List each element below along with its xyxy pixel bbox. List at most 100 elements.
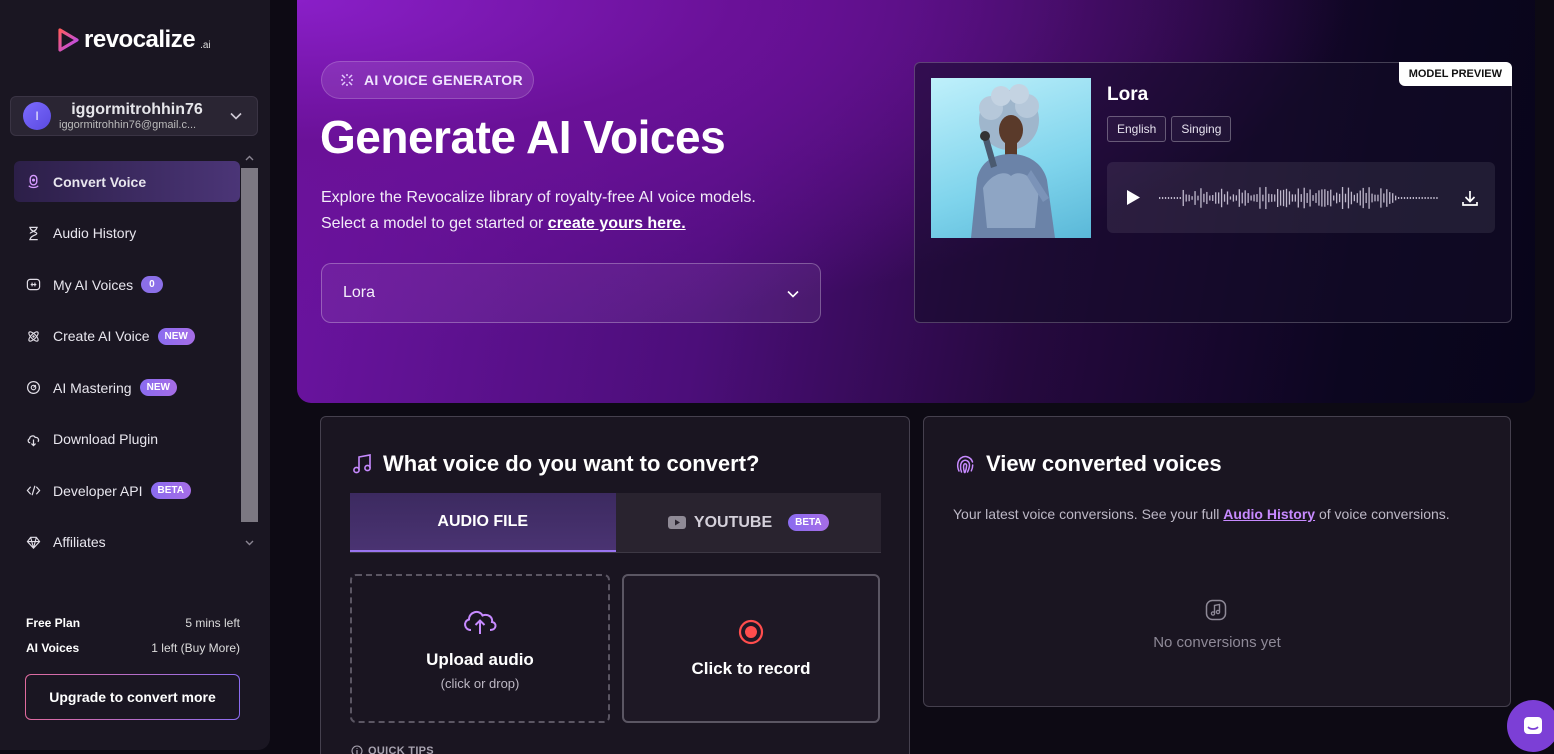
- sidebar-item-affiliates[interactable]: Affiliates: [14, 522, 240, 563]
- sidebar-scrollbar-thumb[interactable]: [241, 168, 258, 522]
- waveform-bar: [1294, 194, 1296, 202]
- brand-logo[interactable]: revocalize .ai: [56, 26, 211, 54]
- sidebar-item-my-ai-voices[interactable]: My AI Voices 0: [14, 264, 240, 305]
- converted-desc-suffix: of voice conversions.: [1315, 506, 1450, 522]
- code-icon: [26, 485, 41, 496]
- model-name: Lora: [1107, 84, 1149, 105]
- singer-illustration: [971, 84, 1055, 238]
- sidebar-item-label: Download Plugin: [53, 431, 159, 447]
- waveform-bar: [1318, 190, 1320, 206]
- waveform-bar: [1277, 188, 1279, 208]
- waveform-bar: [1274, 194, 1276, 202]
- sidebar-item-download-plugin[interactable]: Download Plugin: [14, 419, 240, 460]
- account-email: iggormitrohhin76@gmail.c...: [59, 119, 197, 131]
- waveform-bar: [1424, 197, 1426, 199]
- waveform-bar: [1265, 186, 1267, 210]
- sidebar-item-audio-history[interactable]: Audio History: [14, 213, 240, 254]
- record-button[interactable]: Click to record: [622, 574, 880, 723]
- chevron-down-icon: [787, 290, 799, 298]
- waveform-bar: [1176, 197, 1178, 199]
- chevron-down-icon[interactable]: [244, 537, 255, 548]
- waveform-bar: [1412, 197, 1414, 199]
- waveform[interactable]: [1159, 184, 1439, 212]
- waveform-bar: [1303, 187, 1305, 209]
- sidebar-item-label: Convert Voice: [53, 173, 147, 190]
- model-tags: English Singing: [1107, 116, 1232, 142]
- model-select[interactable]: Lora: [321, 263, 821, 323]
- waveform-bar: [1315, 193, 1317, 203]
- sidebar-item-convert-voice[interactable]: Convert Voice: [14, 161, 240, 202]
- support-chat-button[interactable]: [1507, 700, 1554, 752]
- play-icon[interactable]: [1125, 189, 1141, 206]
- voice-box-icon: [26, 278, 41, 291]
- waveform-bar: [1306, 193, 1308, 203]
- waveform-bar: [1383, 193, 1385, 203]
- card-title-text: What voice do you want to convert?: [383, 451, 760, 476]
- create-voice-link[interactable]: create yours here.: [548, 215, 686, 232]
- waveform-bar: [1194, 191, 1196, 205]
- music-note-icon: [353, 454, 371, 474]
- account-switcher[interactable]: I iggormitrohhin76 iggormitrohhin76@gmai…: [10, 96, 258, 136]
- waveform-bar: [1436, 197, 1438, 199]
- sidebar-item-ai-mastering[interactable]: AI Mastering NEW: [14, 367, 240, 408]
- sidebar-item-label: Create AI Voice: [53, 328, 150, 344]
- plan-row-free: Free Plan 5 mins left: [26, 616, 240, 630]
- brand-suffix: .ai: [200, 39, 211, 51]
- plan-row-voices: AI Voices 1 left (Buy More): [26, 641, 240, 655]
- sidebar-item-create-ai-voice[interactable]: Create AI Voice NEW: [14, 316, 240, 357]
- count-badge: 0: [141, 276, 163, 293]
- waveform-bar: [1427, 197, 1429, 199]
- waveform-bar: [1191, 196, 1193, 200]
- youtube-icon: [667, 516, 686, 529]
- converted-card-title: View converted voices: [954, 451, 1222, 477]
- upgrade-button[interactable]: Upgrade to convert more: [25, 674, 240, 720]
- upload-audio-dropzone[interactable]: Upload audio (click or drop): [350, 574, 610, 723]
- tab-label: AUDIO FILE: [437, 512, 529, 530]
- waveform-bar: [1271, 194, 1273, 202]
- sidebar-item-developer-api[interactable]: Developer API BETA: [14, 470, 240, 511]
- waveform-bar: [1203, 193, 1205, 203]
- hero-desc-line2: Select a model to get started or create …: [321, 211, 756, 237]
- dial-icon: [26, 380, 41, 395]
- waveform-bar: [1282, 189, 1285, 207]
- card-title-text: View converted voices: [986, 451, 1222, 476]
- diamond-icon: [26, 536, 41, 549]
- waveform-bar: [1212, 194, 1214, 202]
- waveform-bar: [1338, 193, 1341, 203]
- audio-player: [1107, 162, 1495, 233]
- audio-history-link[interactable]: Audio History: [1223, 506, 1315, 522]
- waveform-bar: [1159, 197, 1161, 199]
- waveform-bar: [1170, 197, 1173, 199]
- tab-youtube[interactable]: YOUTUBE BETA: [616, 493, 882, 552]
- waveform-bar: [1241, 192, 1243, 204]
- sidebar-item-label: Audio History: [53, 225, 137, 241]
- buy-more-link[interactable]: 1 left (Buy More): [151, 641, 240, 655]
- chevron-down-icon: [230, 112, 242, 120]
- waveform-bar: [1182, 189, 1184, 207]
- tab-audio-file[interactable]: AUDIO FILE: [350, 493, 616, 552]
- sidebar-item-label: My AI Voices: [53, 276, 134, 293]
- microphone-icon: [28, 174, 39, 189]
- waveform-bar: [1430, 197, 1432, 199]
- waveform-bar: [1259, 187, 1261, 209]
- plan-label: Free Plan: [26, 616, 81, 630]
- waveform-bar: [1350, 191, 1353, 205]
- new-badge: NEW: [157, 327, 195, 345]
- download-icon[interactable]: [1461, 189, 1479, 207]
- waveform-bar: [1253, 194, 1255, 202]
- waveform-bar: [1333, 195, 1335, 201]
- cloud-download-icon: [27, 434, 40, 446]
- sidebar-item-label: Affiliates: [53, 534, 106, 550]
- quick-tips[interactable]: QUICK TIPS: [351, 745, 434, 754]
- waveform-bar: [1397, 197, 1400, 199]
- waveform-bar: [1327, 190, 1329, 206]
- chevron-up-icon[interactable]: [244, 153, 255, 164]
- record-icon: [738, 619, 764, 644]
- avatar: I: [23, 102, 51, 130]
- waveform-bar: [1244, 190, 1246, 206]
- source-tabs: AUDIO FILE YOUTUBE BETA: [350, 493, 881, 553]
- waveform-bar: [1415, 197, 1417, 199]
- waveform-bar: [1179, 197, 1181, 199]
- tag-language: English: [1107, 116, 1167, 142]
- waveform-bar: [1392, 193, 1394, 203]
